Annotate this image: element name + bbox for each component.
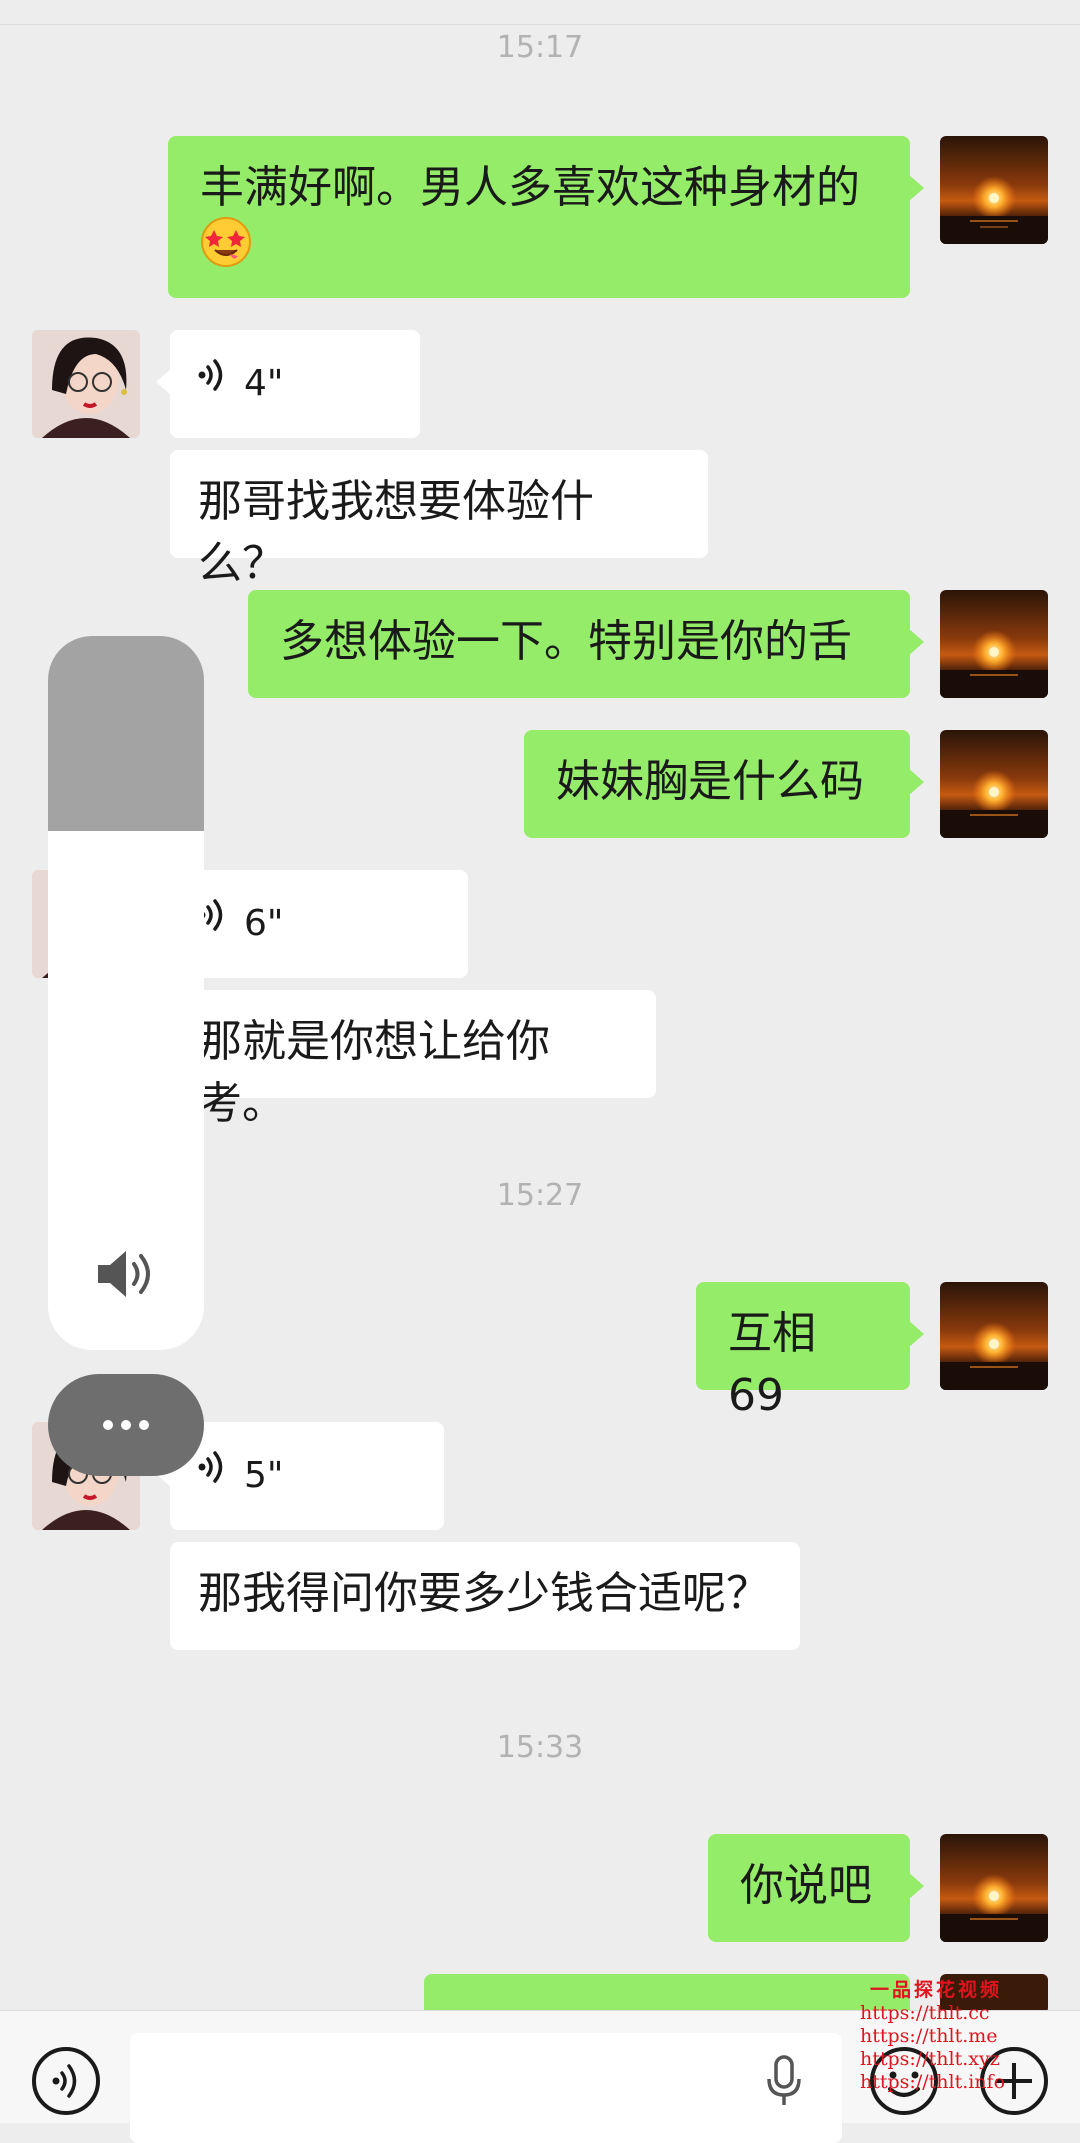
- my-avatar[interactable]: [940, 136, 1048, 244]
- incoming-message-bubble[interactable]: 那就是你想让给你考。: [170, 990, 656, 1129]
- message-text: 你说吧: [740, 1860, 872, 1911]
- voice-wave-icon: [196, 1445, 226, 1507]
- microphone-icon[interactable]: [764, 2055, 804, 2115]
- my-avatar[interactable]: [940, 730, 1048, 838]
- message-text: 互相 69: [728, 1308, 816, 1421]
- more-options-button[interactable]: [48, 1374, 204, 1476]
- my-avatar[interactable]: [940, 1834, 1048, 1942]
- message-text: 多想体验一下。特别是你的舌: [280, 616, 852, 667]
- watermark-url: https://thlt.me: [860, 2025, 998, 2047]
- speaker-icon: [94, 1246, 156, 1306]
- my-avatar[interactable]: [940, 590, 1048, 698]
- watermark-url: https://thlt.cc: [860, 2002, 990, 2024]
- timestamp: 15:17: [496, 30, 584, 65]
- voice-wave-icon: [196, 353, 226, 415]
- voice-duration: 4": [244, 363, 284, 404]
- outgoing-message-bubble[interactable]: 丰满好啊。男人多喜欢这种身材的: [168, 136, 924, 298]
- message-text: 那就是你想让给你考。: [198, 1016, 550, 1129]
- contact-avatar[interactable]: [32, 330, 140, 438]
- voice-mode-icon[interactable]: [30, 2045, 102, 2121]
- message-text: 那哥找我想要体验什么？: [198, 476, 594, 589]
- incoming-message-bubble[interactable]: 那我得问你要多少钱合适呢？: [170, 1542, 800, 1650]
- watermark-url: https://thlt.info: [860, 2071, 1006, 2093]
- message-text: 那我得问你要多少钱合适呢？: [198, 1568, 770, 1619]
- my-avatar[interactable]: [940, 1282, 1048, 1390]
- outgoing-message-bubble[interactable]: 多想体验一下。特别是你的舌: [248, 590, 924, 698]
- header-divider: [0, 0, 1080, 25]
- volume-slider[interactable]: [48, 636, 204, 1350]
- star-struck-face-emoji: [200, 216, 252, 285]
- incoming-message-bubble[interactable]: 那哥找我想要体验什么？: [170, 450, 708, 589]
- volume-level-fill: [48, 636, 204, 831]
- outgoing-message-bubble[interactable]: 妹妹胸是什么码: [524, 730, 924, 838]
- outgoing-message-bubble[interactable]: 互相 69: [696, 1282, 924, 1421]
- timestamp: 15:33: [496, 1730, 584, 1765]
- message-text: 妹妹胸是什么码: [556, 756, 864, 807]
- message-input[interactable]: [130, 2033, 842, 2143]
- voice-message-bubble[interactable]: 5": [156, 1422, 444, 1530]
- emoji-line: [200, 216, 878, 281]
- voice-duration: 5": [244, 1455, 284, 1496]
- outgoing-message-bubble[interactable]: 你说吧: [708, 1834, 924, 1942]
- watermark-url: https://thlt.xyz: [860, 2048, 1000, 2070]
- voice-duration: 6": [244, 903, 284, 944]
- voice-message-bubble[interactable]: 6": [156, 870, 468, 978]
- watermark-title: 一品探花视频: [870, 1979, 1003, 2001]
- more-dots-icon: [102, 1416, 150, 1435]
- message-text: 丰满好啊。男人多喜欢这种身材的: [200, 162, 860, 213]
- voice-message-bubble[interactable]: 4": [156, 330, 420, 438]
- watermark: 一品探花视频 https://thlt.cc https://thlt.me h…: [860, 1975, 1080, 2094]
